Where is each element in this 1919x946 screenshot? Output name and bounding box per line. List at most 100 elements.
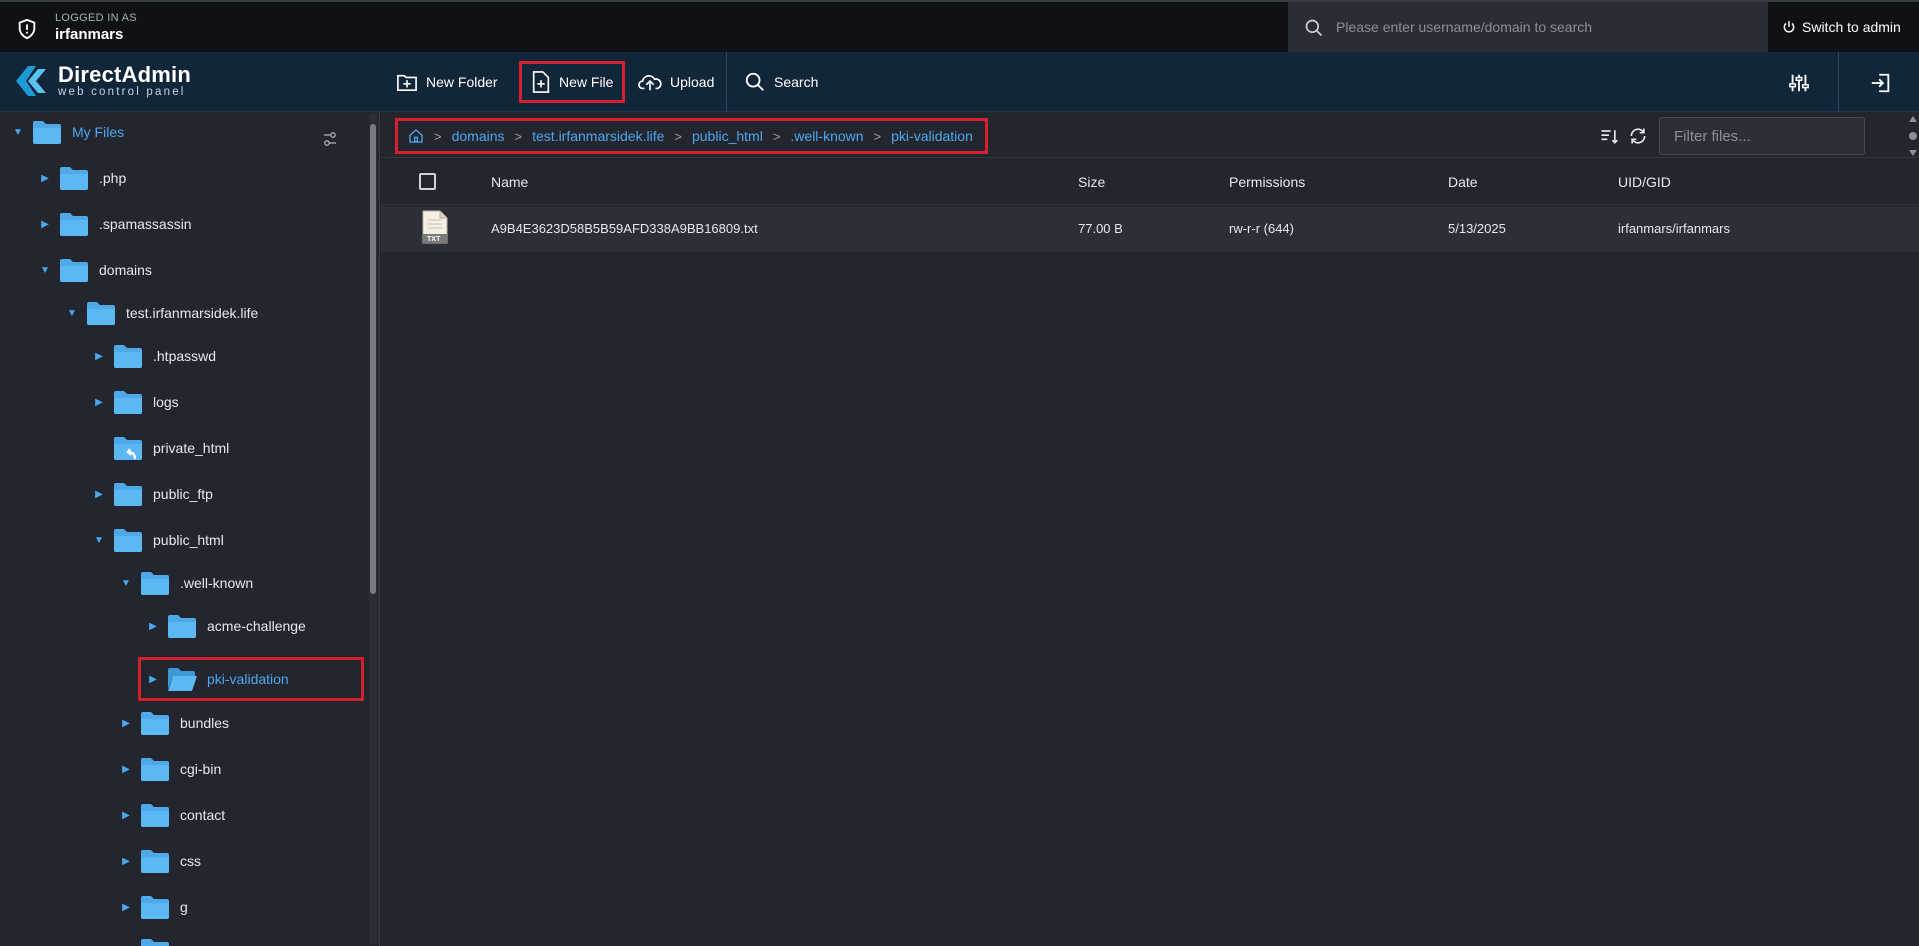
tree-item-label: My Files: [72, 124, 125, 140]
tree-item-label: .htpasswd: [153, 348, 217, 364]
file-size: 77.00 B: [1078, 221, 1123, 236]
column-header-date[interactable]: Date: [1448, 174, 1478, 190]
file-name[interactable]: A9B4E3623D58B5B59AFD338A9BB16809.txt: [491, 221, 758, 236]
expand-arrow-icon[interactable]: ▶: [145, 621, 161, 632]
sidebar-scrollbar[interactable]: [369, 114, 377, 944]
breadcrumb-pki-validation[interactable]: pki-validation: [891, 128, 973, 144]
brand-name: DirectAdmin: [58, 61, 191, 87]
collapse-arrow-icon[interactable]: ▼: [37, 265, 53, 276]
select-all-checkbox[interactable]: [419, 173, 436, 190]
tree-item-public-html[interactable]: ▼ public_html: [91, 520, 224, 560]
upload-button[interactable]: Upload: [630, 62, 722, 102]
expand-arrow-icon[interactable]: ▶: [118, 764, 134, 775]
expand-arrow-icon[interactable]: ▶: [118, 902, 134, 913]
tree-item-css[interactable]: ▶ css: [118, 841, 201, 881]
tree-item-partial[interactable]: [118, 930, 170, 946]
tree-item-bundles[interactable]: ▶ bundles: [118, 703, 229, 743]
switch-to-admin-button[interactable]: Switch to admin: [1782, 19, 1901, 35]
folder-icon: [59, 165, 89, 191]
tree-item-label: css: [180, 853, 201, 869]
tree-item-label: domains: [99, 262, 152, 278]
tree-item-label: public_ftp: [153, 486, 213, 502]
new-file-button[interactable]: New File: [519, 61, 626, 103]
tree-item-private-html[interactable]: private_html: [91, 428, 229, 468]
folder-icon: [59, 257, 89, 283]
tree-item-g[interactable]: ▶ g: [118, 887, 188, 927]
tree-item-public-ftp[interactable]: ▶ public_ftp: [91, 474, 213, 514]
folder-icon: [140, 756, 170, 782]
settings-sliders-icon[interactable]: [1788, 72, 1810, 94]
tree-item-label: cgi-bin: [180, 761, 222, 777]
logout-icon[interactable]: [1870, 72, 1892, 94]
breadcrumb-bar: > domains > test.irfanmarsidek.life > pu…: [381, 112, 1919, 158]
tree-item-pki-validation[interactable]: ▶ pki-validation: [138, 657, 364, 701]
tree-root-my-files[interactable]: ▼ My Files: [10, 112, 124, 152]
scroll-arrows-icon[interactable]: [1907, 114, 1919, 158]
expand-arrow-icon[interactable]: ▶: [145, 674, 161, 685]
tree-item-contact[interactable]: ▶ contact: [118, 795, 225, 835]
expand-arrow-icon[interactable]: ▼: [10, 127, 26, 138]
expand-arrow-icon[interactable]: ▶: [37, 219, 53, 230]
expand-arrow-icon[interactable]: ▶: [37, 173, 53, 184]
home-icon[interactable]: [408, 128, 424, 144]
tree-item-well-known[interactable]: ▼ .well-known: [118, 563, 253, 603]
tree-item-label: bundles: [180, 715, 230, 731]
new-folder-label: New Folder: [426, 74, 498, 90]
tree-item-domains[interactable]: ▼ domains: [37, 250, 152, 290]
filter-files-input[interactable]: [1660, 118, 1864, 154]
tree-item-htpasswd[interactable]: ▶ .htpasswd: [91, 336, 216, 376]
tree-options-icon[interactable]: [322, 131, 338, 147]
new-folder-button[interactable]: New Folder: [388, 62, 506, 102]
chevron-right-icon: >: [772, 128, 781, 144]
folder-icon: [140, 802, 170, 828]
chevron-right-icon: >: [674, 128, 682, 144]
folder-open-icon: [167, 666, 197, 692]
folder-icon: [113, 343, 143, 369]
tree-item-label: g: [180, 899, 188, 915]
user-search-input[interactable]: [1336, 14, 1756, 40]
directadmin-logo[interactable]: DirectAdmin web control panel: [14, 62, 191, 100]
column-header-size[interactable]: Size: [1078, 174, 1105, 190]
column-header-permissions[interactable]: Permissions: [1229, 174, 1305, 190]
toolbar-divider: [726, 52, 727, 112]
refresh-icon[interactable]: [1628, 126, 1648, 146]
expand-arrow-icon[interactable]: ▶: [91, 397, 107, 408]
tree-item-spamassassin[interactable]: ▶ .spamassassin: [37, 204, 192, 244]
breadcrumb-well-known[interactable]: .well-known: [790, 128, 863, 144]
folder-link-icon: [113, 435, 143, 461]
breadcrumb-test-domain[interactable]: test.irfanmarsidek.life: [532, 128, 664, 144]
expand-arrow-icon[interactable]: ▶: [118, 810, 134, 821]
breadcrumb-public-html[interactable]: public_html: [692, 128, 763, 144]
search-icon: [745, 72, 764, 91]
column-header-uid-gid[interactable]: UID/GID: [1618, 174, 1671, 190]
table-row[interactable]: TXT A9B4E3623D58B5B59AFD338A9BB16809.txt…: [381, 206, 1919, 252]
file-permissions[interactable]: rw-r-r (644): [1229, 221, 1294, 236]
tree-item-test-domain[interactable]: ▼ test.irfanmarsidek.life: [64, 293, 258, 333]
expand-arrow-icon[interactable]: ▶: [118, 718, 134, 729]
expand-arrow-icon[interactable]: ▶: [118, 856, 134, 867]
switch-to-admin-label: Switch to admin: [1802, 19, 1901, 35]
folder-icon: [59, 211, 89, 237]
collapse-arrow-icon[interactable]: ▼: [118, 578, 134, 589]
breadcrumb-domains[interactable]: domains: [452, 128, 505, 144]
sort-icon[interactable]: [1599, 126, 1619, 146]
tree-item-php[interactable]: ▶ .php: [37, 158, 126, 198]
breadcrumb: > domains > test.irfanmarsidek.life > pu…: [395, 118, 988, 154]
expand-arrow-icon[interactable]: ▶: [91, 351, 107, 362]
logged-in-label: LOGGED IN AS: [55, 12, 137, 24]
expand-arrow-icon[interactable]: ▶: [91, 489, 107, 500]
column-header-name[interactable]: Name: [491, 174, 528, 190]
collapse-arrow-icon[interactable]: ▼: [91, 535, 107, 546]
tree-item-logs[interactable]: ▶ logs: [91, 382, 179, 422]
collapse-arrow-icon[interactable]: ▼: [64, 308, 80, 319]
tree-item-cgi-bin[interactable]: ▶ cgi-bin: [118, 749, 221, 789]
tree-item-label: acme-challenge: [207, 618, 306, 634]
tree-item-acme-challenge[interactable]: ▶ acme-challenge: [145, 606, 306, 646]
search-icon: [1305, 19, 1323, 37]
new-file-label: New File: [559, 74, 614, 90]
chevron-right-icon: >: [434, 128, 442, 144]
chevron-right-icon: >: [873, 128, 882, 144]
search-button[interactable]: Search: [736, 62, 826, 102]
sidebar-scrollbar-thumb[interactable]: [370, 124, 376, 594]
folder-plus-icon: [397, 74, 417, 91]
